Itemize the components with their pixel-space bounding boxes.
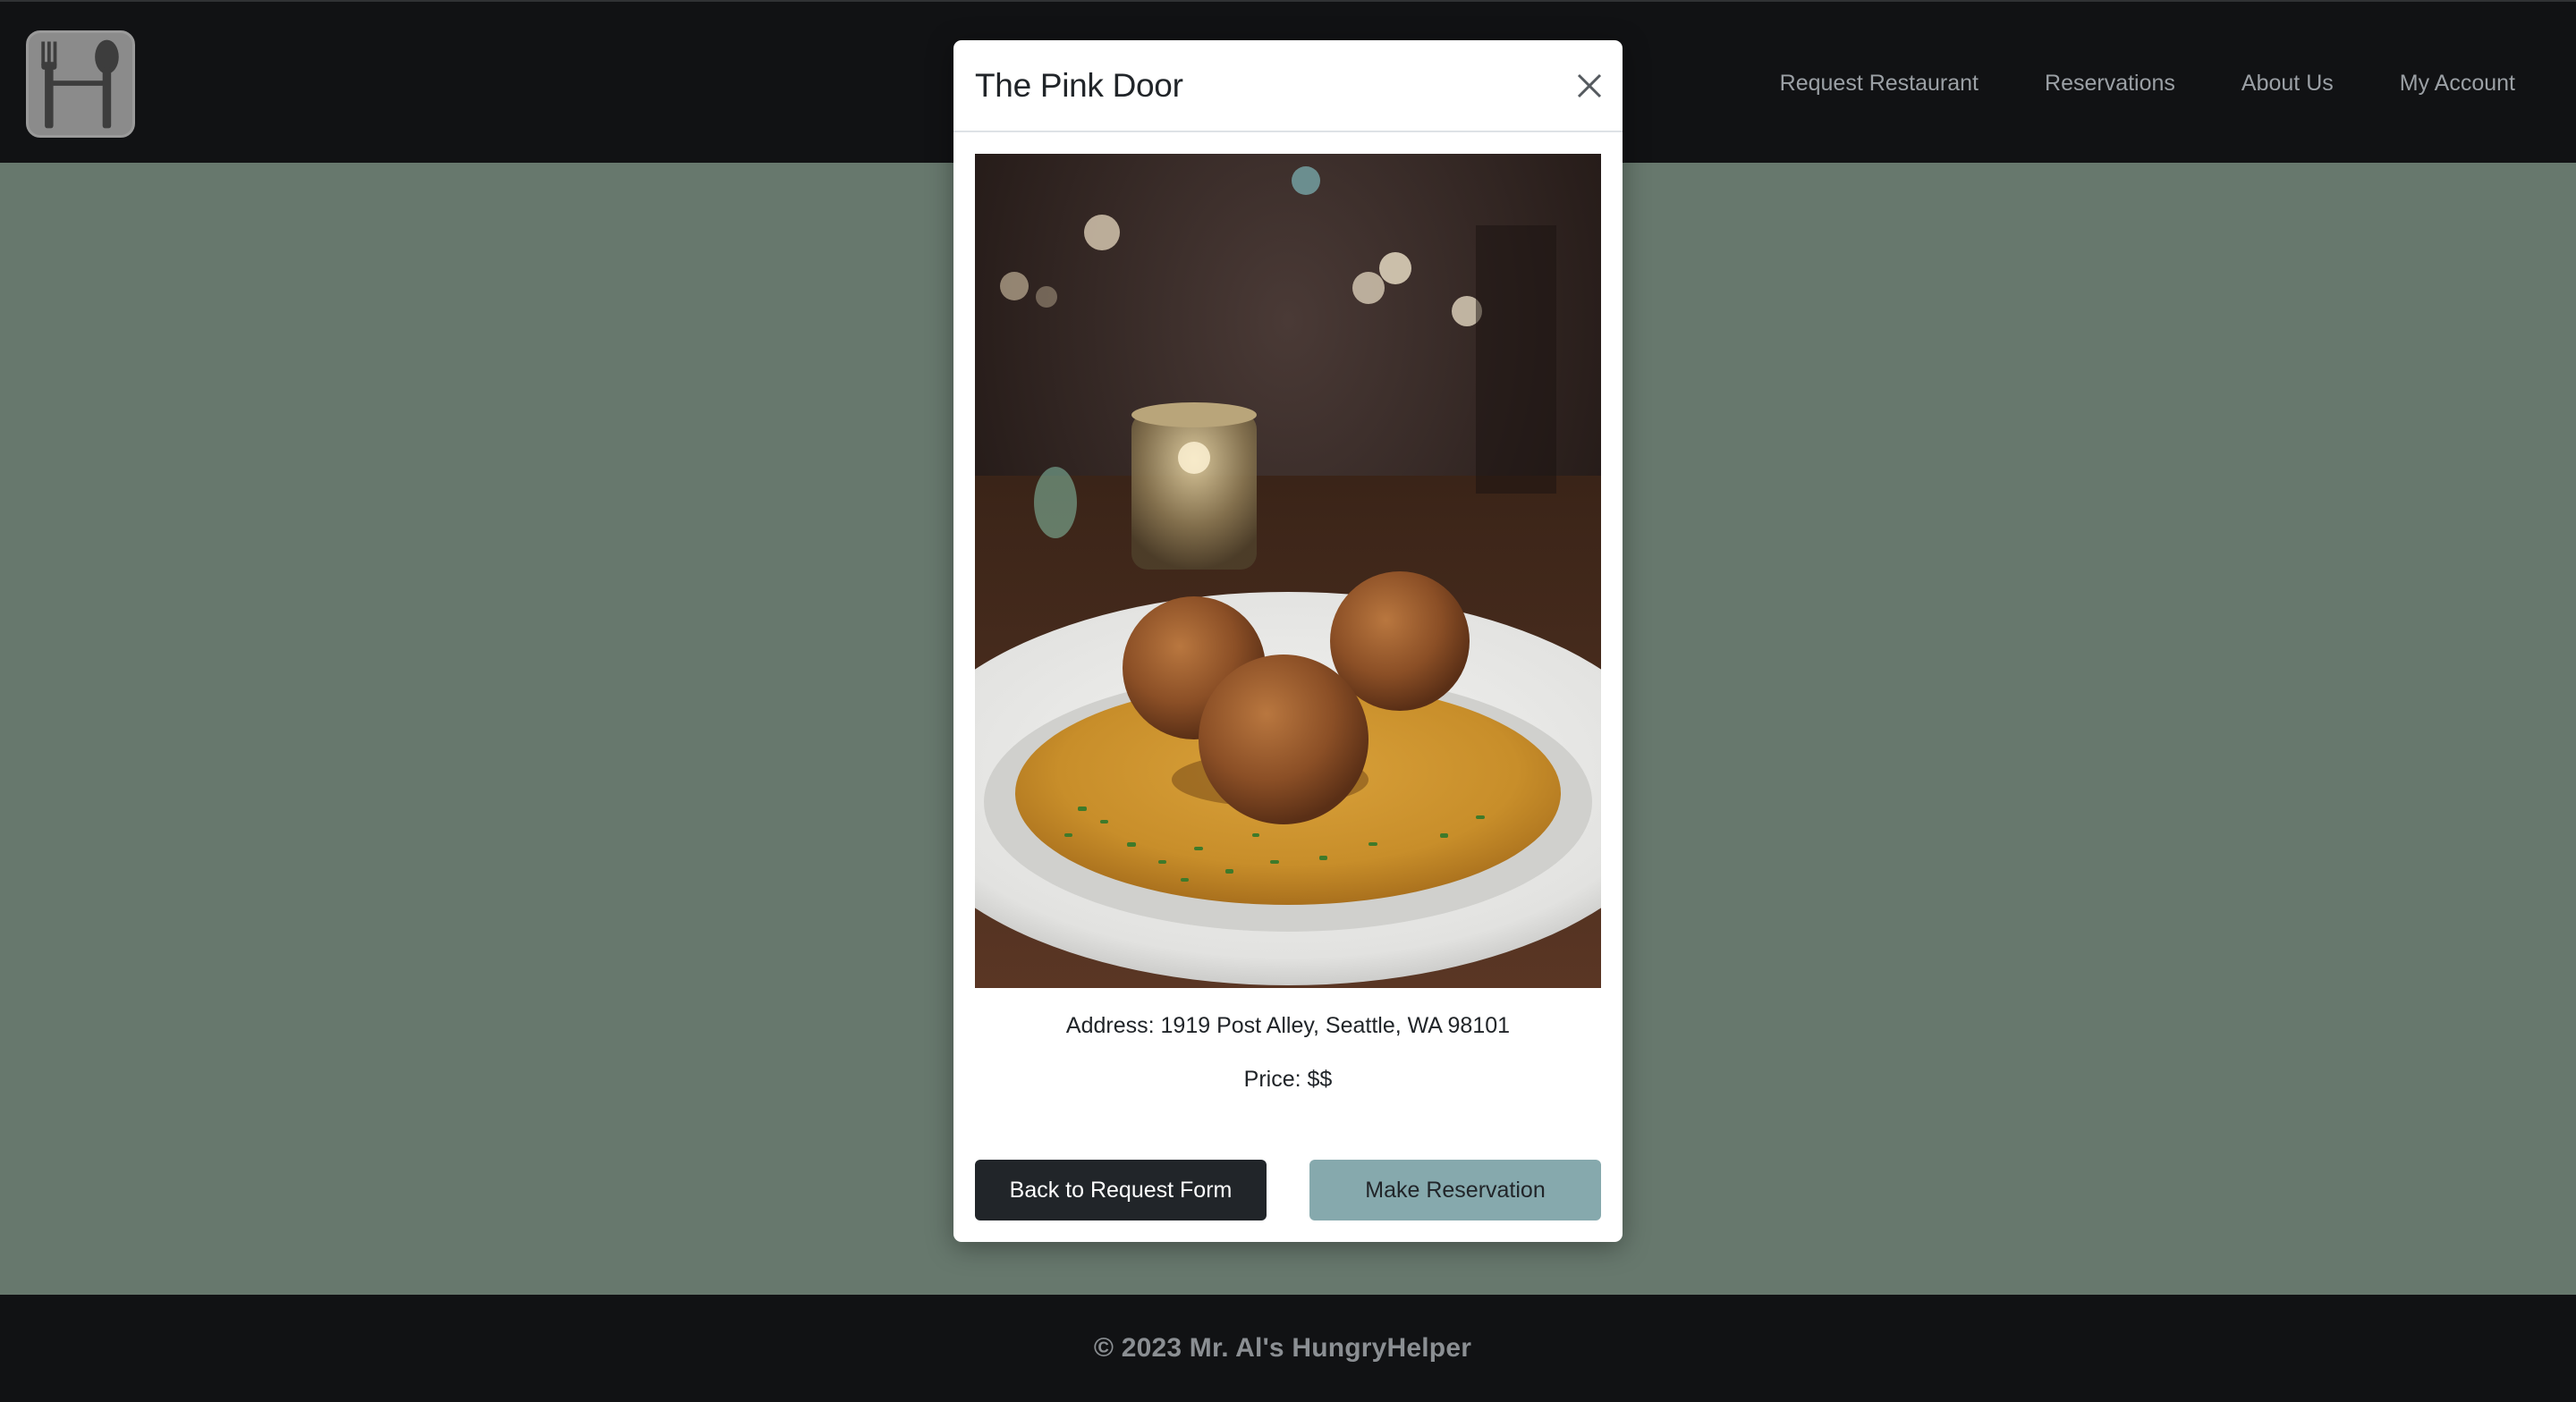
nav-links: Request Restaurant Reservations About Us…: [1780, 2, 2515, 165]
restaurant-address: Address: 1919 Post Alley, Seattle, WA 98…: [1065, 1013, 1511, 1038]
restaurant-modal: The Pink Door Address: 1919 Post Alley, …: [953, 40, 1623, 1242]
back-to-request-form-button[interactable]: Back to Request Form: [975, 1160, 1267, 1220]
nav-about-us[interactable]: About Us: [2241, 71, 2334, 97]
footer: © 2023 Mr. Al's HungryHelper: [0, 1295, 2576, 1402]
restaurant-price: Price: $$: [1243, 1067, 1333, 1092]
nav-my-account[interactable]: My Account: [2400, 71, 2515, 97]
modal-title: The Pink Door: [975, 67, 1183, 104]
modal-header: The Pink Door: [953, 40, 1623, 132]
nav-reservations[interactable]: Reservations: [2045, 71, 2175, 97]
logo-icon[interactable]: [26, 30, 135, 138]
nav-request-restaurant[interactable]: Request Restaurant: [1780, 71, 1979, 97]
restaurant-photo: [975, 154, 1601, 988]
footer-copyright: © 2023 Mr. Al's HungryHelper: [1093, 1333, 1472, 1363]
close-icon[interactable]: [1567, 63, 1612, 108]
make-reservation-button[interactable]: Make Reservation: [1309, 1160, 1601, 1220]
